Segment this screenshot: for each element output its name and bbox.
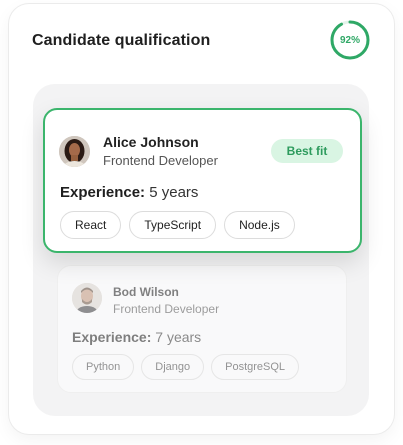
qualification-card: Candidate qualification 92% Alice Johnso… <box>9 4 394 434</box>
score-value: 92% <box>339 34 360 46</box>
candidate-role: Frontend Developer <box>113 302 220 316</box>
skill-tags: React TypeScript Node.js <box>60 211 295 239</box>
man-portrait-icon <box>72 283 102 313</box>
score-ring: 92% <box>329 19 371 61</box>
best-fit-badge: Best fit <box>271 139 343 163</box>
candidate-name: Alice Johnson <box>103 134 199 150</box>
experience-value: 5 years <box>149 184 199 201</box>
candidate-name: Bod Wilson <box>113 285 179 299</box>
avatar <box>59 136 90 167</box>
experience-line: Experience: 5 years <box>60 184 198 201</box>
skill-tag[interactable]: React <box>60 211 122 239</box>
candidate-card-bod[interactable]: Bod Wilson Frontend Developer Experience… <box>57 265 347 393</box>
experience-line: Experience: 7 years <box>72 329 201 345</box>
skill-tag[interactable]: Python <box>72 354 135 380</box>
card-title: Candidate qualification <box>32 32 211 49</box>
skill-tag[interactable]: Django <box>141 354 205 380</box>
candidate-card-alice[interactable]: Alice Johnson Frontend Developer Best fi… <box>43 108 362 253</box>
experience-label: Experience: <box>60 184 146 201</box>
candidate-role: Frontend Developer <box>103 153 218 168</box>
avatar <box>72 283 102 313</box>
experience-value: 7 years <box>155 329 202 345</box>
experience-label: Experience: <box>72 329 152 345</box>
woman-portrait-icon <box>59 136 90 167</box>
skill-tags: Python Django PostgreSQL <box>72 354 300 380</box>
skill-tag[interactable]: TypeScript <box>129 211 217 239</box>
skill-tag[interactable]: Node.js <box>224 211 295 239</box>
skill-tag[interactable]: PostgreSQL <box>211 354 300 380</box>
